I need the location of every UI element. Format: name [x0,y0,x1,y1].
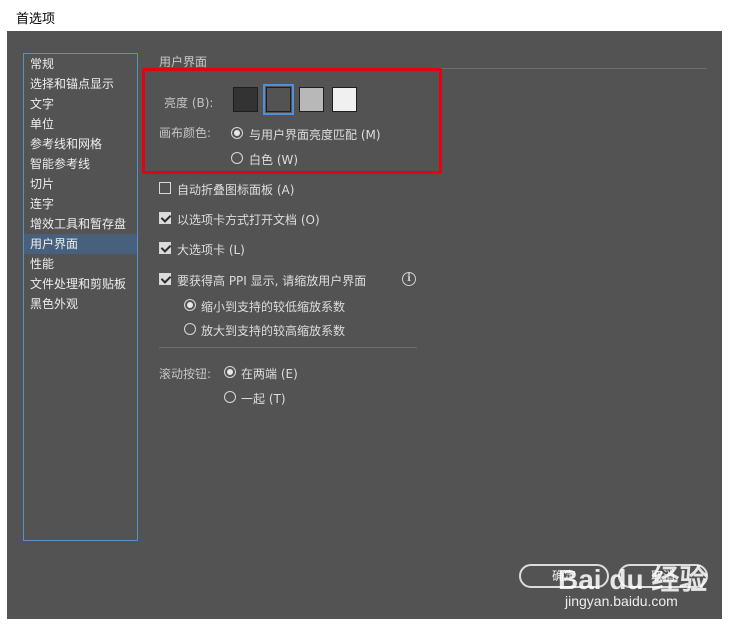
category-sidebar: 常规 选择和锚点显示 文字 单位 参考线和网格 智能参考线 切片 连字 增效工具… [23,53,138,541]
sidebar-item-smart-guides[interactable]: 智能参考线 [24,154,137,174]
info-icon[interactable]: i [402,272,416,286]
scale-up-radio[interactable] [184,323,196,335]
watermark-url: jingyan.baidu.com [565,593,678,609]
sidebar-item-plugins-scratch[interactable]: 增效工具和暂存盘 [24,214,137,234]
high-ppi-label[interactable]: 要获得高 PPI 显示, 请缩放用户界面 [177,272,366,289]
sidebar-item-file-clipboard[interactable]: 文件处理和剪贴板 [24,274,137,294]
sidebar-item-general[interactable]: 常规 [24,54,137,74]
sidebar-item-selection-anchor[interactable]: 选择和锚点显示 [24,74,137,94]
large-tabs-label[interactable]: 大选项卡 (L) [177,241,245,258]
sidebar-item-units[interactable]: 单位 [24,114,137,134]
auto-collapse-checkbox[interactable] [159,182,171,194]
scale-down-label[interactable]: 缩小到支持的较低缩放系数 [201,298,345,315]
window-title: 首选项 [16,12,56,27]
sidebar-item-black-appearance[interactable]: 黑色外观 [24,294,137,314]
annotation-highlight-box [142,68,442,174]
watermark-brand: Bai du 经验 [558,564,708,595]
sidebar-item-user-interface[interactable]: 用户界面 [24,234,137,254]
scroll-ends-radio[interactable] [224,366,236,378]
scroll-ends-label[interactable]: 在两端 (E) [241,365,298,382]
window-frame-right [722,31,731,627]
sidebar-item-hyphenation[interactable]: 连字 [24,194,137,214]
sidebar-item-performance[interactable]: 性能 [24,254,137,274]
sidebar-item-type[interactable]: 文字 [24,94,137,114]
scroll-together-label[interactable]: 一起 (T) [241,390,286,407]
scale-up-label[interactable]: 放大到支持的较高缩放系数 [201,322,345,339]
sidebar-item-guides-grid[interactable]: 参考线和网格 [24,134,137,154]
auto-collapse-label[interactable]: 自动折叠图标面板 (A) [177,181,294,198]
open-tabs-checkbox[interactable] [159,212,171,224]
large-tabs-checkbox[interactable] [159,242,171,254]
sidebar-item-slices[interactable]: 切片 [24,174,137,194]
high-ppi-checkbox[interactable] [159,273,171,285]
scroll-together-radio[interactable] [224,391,236,403]
scale-down-radio[interactable] [184,299,196,311]
preferences-window: 首选项 常规 选择和锚点显示 文字 单位 参考线和网格 智能参考线 切片 连字 … [0,0,731,627]
section-divider-2 [159,347,417,348]
open-tabs-label[interactable]: 以选项卡方式打开文档 (O) [177,211,320,228]
scroll-buttons-label: 滚动按钮: [159,367,212,381]
title-bar[interactable]: 首选项 [0,0,731,31]
